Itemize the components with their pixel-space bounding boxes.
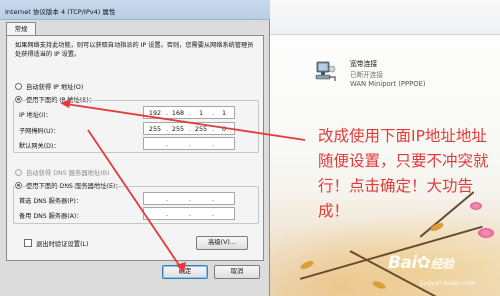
ip-address-label: IP 地址(I)： xyxy=(19,112,52,119)
subnet-mask-label: 子网掩码(U)： xyxy=(19,128,60,135)
explorer-toolbar xyxy=(270,0,500,34)
ip-octet: 168 xyxy=(171,109,185,117)
connection-status: 已断开连接 xyxy=(350,71,383,79)
ok-button[interactable]: 确定 xyxy=(162,265,208,279)
watermark-brand: Bai xyxy=(388,253,417,273)
general-panel: 如果网络支持此功能，则可以获取自动指派的 IP 设置。否则，您需要从网络系统管理… xyxy=(6,35,264,261)
ip-octet: 1 xyxy=(198,109,204,117)
octet-separator: . xyxy=(188,210,192,218)
preferred-dns-label: 首选 DNS 服务器(P)： xyxy=(19,198,82,205)
octet-separator: . xyxy=(188,140,192,148)
watermark-suffix: 经验 xyxy=(430,257,455,271)
subnet-mask-field[interactable]: 255 . 255 . 255 . 0 xyxy=(143,122,235,135)
watermark: Bai✿经验 xyxy=(388,253,498,293)
ip-octet: 1 xyxy=(221,109,227,117)
paw-icon: ✿ xyxy=(416,253,431,273)
mask-octet: 255 xyxy=(171,125,185,133)
dialog-description: 如果网络支持此功能，则可以获取自动指派的 IP 设置。否则，您需要从网络系统管理… xyxy=(15,42,254,58)
cancel-button[interactable]: 取消 xyxy=(214,265,260,279)
dialog-titlebar[interactable]: Internet 协议版本 4 (TCP/IPv4) 属性 xyxy=(0,0,270,20)
mask-octet: 255 xyxy=(194,125,208,133)
octet-separator: . xyxy=(211,140,215,148)
mask-octet: 255 xyxy=(148,125,162,133)
tcpipv4-properties-dialog: Internet 协议版本 4 (TCP/IPv4) 属性 常规 如果网络支持此… xyxy=(0,0,270,296)
gateway-label: 默认网关(D)： xyxy=(19,143,60,150)
validate-checkbox[interactable] xyxy=(24,239,32,247)
toolbar-divider xyxy=(270,34,500,35)
preferred-dns-field[interactable]: . . . xyxy=(143,192,235,205)
octet-separator: . xyxy=(211,210,215,218)
dialog-title: Internet 协议版本 4 (TCP/IPv4) 属性 xyxy=(5,8,116,16)
ip-address-field[interactable]: 192 . 168 . 1 . 1 xyxy=(143,106,235,119)
mask-octet: 0 xyxy=(221,125,227,133)
connection-device: WAN Miniport (PPPOE) xyxy=(350,80,426,88)
auto-ip-radio[interactable] xyxy=(15,83,22,90)
alternate-dns-field[interactable]: . . . xyxy=(143,207,235,220)
validate-label: 退出时验证设置(L) xyxy=(36,241,89,248)
octet-separator: . xyxy=(165,210,169,218)
auto-dns-label: 自动获得 DNS 服务器地址(B) xyxy=(26,170,110,177)
octet-separator: . xyxy=(188,195,192,203)
gateway-field[interactable]: . . . xyxy=(143,137,235,150)
broadband-connection-item[interactable]: 宽带连接 已断开连接 WAN Miniport (PPPOE) xyxy=(314,58,474,94)
advanced-button[interactable]: 高级(V)... xyxy=(196,236,248,250)
octet-separator: . xyxy=(211,195,215,203)
wallpaper-flower xyxy=(478,228,494,238)
octet-separator: . xyxy=(165,140,169,148)
octet-separator: . xyxy=(165,195,169,203)
network-adapter-icon xyxy=(315,61,336,81)
auto-ip-label: 自动获得 IP 地址(O) xyxy=(26,84,84,91)
ip-octet: 192 xyxy=(148,109,162,117)
alternate-dns-label: 备用 DNS 服务器(A)： xyxy=(19,213,83,220)
auto-dns-radio[interactable] xyxy=(15,169,22,176)
annotation-text: 改成使用下面IP地址地址随便设置，只要不冲突就行！点击确定！大功告成！ xyxy=(318,127,489,220)
connection-name: 宽带连接 xyxy=(350,60,378,68)
tab-strip: 常规 xyxy=(6,20,264,37)
watermark-url: jingyan.baidu.com xyxy=(420,280,476,287)
